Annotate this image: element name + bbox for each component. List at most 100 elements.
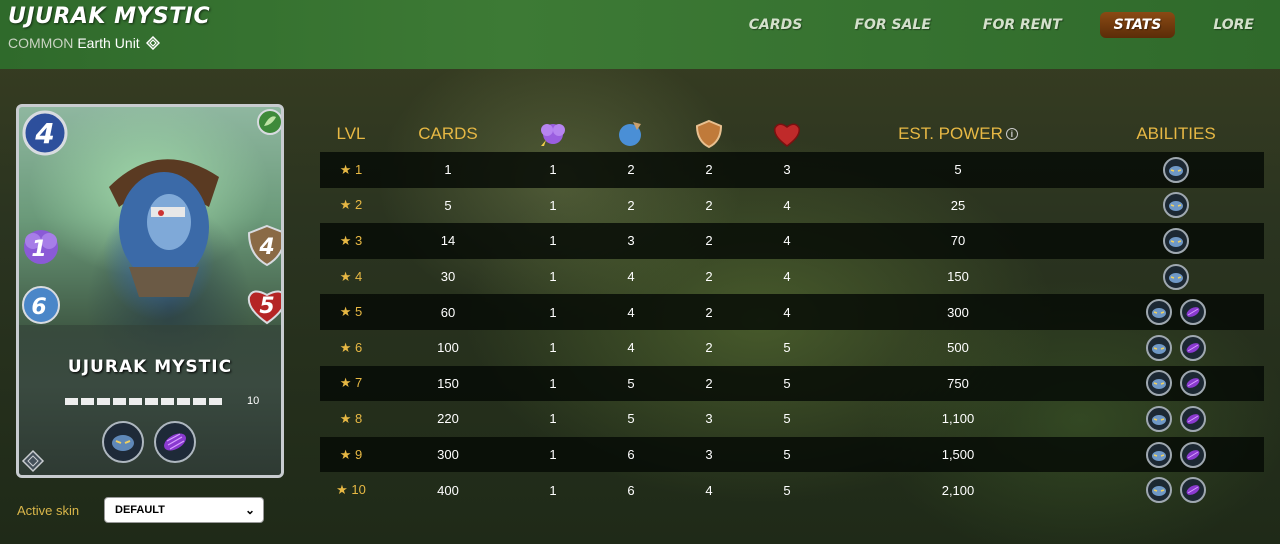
abilities-cell	[1134, 401, 1218, 437]
abilities-cell	[1134, 330, 1218, 366]
demoralize-icon[interactable]	[1146, 370, 1172, 397]
speed-icon	[619, 122, 641, 146]
demoralize-icon[interactable]	[1163, 156, 1189, 183]
power-cell: 300	[947, 304, 969, 320]
health-cell: 5	[783, 375, 791, 391]
armor-cell: 2	[705, 304, 713, 320]
level-pip	[113, 398, 126, 405]
magic-cell: 1	[549, 197, 557, 213]
lvl-cell: ★ 9	[339, 446, 363, 462]
lvl-cell: ★ 5	[339, 304, 363, 320]
cards-cell: 300	[437, 447, 459, 463]
armor-cell: 2	[705, 340, 713, 356]
table-row: ★ 5 60 1 4 2 4 300	[320, 294, 1264, 330]
health-cell: 4	[783, 233, 791, 249]
demoralize-icon[interactable]	[1146, 299, 1172, 326]
affliction-icon[interactable]	[1180, 405, 1206, 432]
header-speed	[600, 116, 662, 152]
power-cell: 2,100	[941, 482, 975, 498]
table-row: ★ 3 14 1 3 2 4 70	[320, 223, 1264, 259]
demoralize-icon[interactable]	[1146, 441, 1172, 468]
armor-cell: 2	[705, 375, 713, 391]
power-cell: 1,100	[941, 411, 975, 427]
demoralize-icon[interactable]	[1146, 477, 1172, 504]
magic-cell: 1	[549, 482, 557, 498]
magic-cell: 1	[549, 233, 557, 249]
table-row: ★ 4 30 1 4 2 4 150	[320, 259, 1264, 295]
abilities-cell	[1158, 223, 1194, 259]
armor-badge: 4	[247, 224, 281, 267]
table-row: ★ 6 100 1 4 2 5 500	[320, 330, 1264, 366]
power-cell: 70	[950, 233, 966, 249]
card-subtitle: COMMON Earth Unit	[8, 35, 160, 51]
cards-cell: 30	[440, 269, 456, 285]
earth-icon	[257, 109, 281, 135]
speed-cell: 4	[627, 269, 635, 285]
nav-for-sale[interactable]: FOR SALE	[840, 12, 945, 38]
demoralize-icon[interactable]	[1146, 334, 1172, 361]
health-cell: 4	[783, 197, 791, 213]
element-label: Earth	[77, 35, 111, 51]
affliction-icon[interactable]	[1180, 441, 1206, 468]
level-pip	[81, 398, 94, 405]
stats-table: LVL CARDS EST. POWER i ABILITIES ★ 1 1 1…	[320, 116, 1264, 508]
affliction-icon[interactable]	[1180, 370, 1206, 397]
magic-cell: 1	[549, 340, 557, 356]
nav-lore[interactable]: LORE	[1199, 12, 1268, 38]
speed-cell: 6	[627, 482, 635, 498]
page-title: UJURAK MYSTIC	[8, 4, 211, 29]
cards-cell: 220	[437, 411, 459, 427]
edition-icon	[21, 449, 45, 473]
lvl-cell: ★ 8	[339, 410, 363, 426]
demoralize-icon[interactable]	[102, 421, 144, 463]
svg-text:6: 6	[31, 295, 46, 320]
health-cell: 4	[783, 269, 791, 285]
cards-cell: 100	[437, 340, 459, 356]
nav-cards[interactable]: CARDS	[735, 12, 817, 38]
affliction-icon[interactable]	[1180, 334, 1206, 361]
cards-cell: 1	[444, 162, 452, 178]
lvl-cell: ★ 6	[339, 339, 363, 355]
type-label: Unit	[114, 35, 140, 51]
magic-cell: 1	[549, 411, 557, 427]
health-icon	[774, 123, 800, 147]
table-row: ★ 8 220 1 5 3 5 1,100	[320, 401, 1264, 437]
speed-cell: 4	[627, 340, 635, 356]
active-skin-label: Active skin	[17, 503, 80, 518]
card-name: UJURAK MYSTIC	[67, 357, 233, 377]
magic-cell: 1	[549, 269, 557, 285]
card-image: 4 1 6 4 5 UJURAK MYSTIC 10	[16, 104, 284, 478]
cards-cell: 400	[437, 482, 459, 498]
level-pip	[193, 398, 206, 405]
header-armor	[678, 116, 740, 152]
lvl-cell: ★ 7	[339, 375, 363, 391]
demoralize-icon[interactable]	[1163, 227, 1189, 254]
speed-cell: 2	[627, 162, 635, 178]
table-row: ★ 1 1 1 2 2 3 5	[320, 152, 1264, 188]
skin-selected-value: DEFAULT	[115, 504, 165, 516]
power-cell: 5	[954, 162, 962, 178]
demoralize-icon[interactable]	[1163, 192, 1189, 219]
header-bar: UJURAK MYSTIC COMMON Earth Unit CARDS FO…	[0, 0, 1280, 69]
card-level: 10	[247, 395, 260, 407]
lvl-cell: ★ 3	[339, 232, 363, 248]
main-nav: CARDS FOR SALE FOR RENT STATS LORE	[723, 12, 1280, 38]
level-pip	[145, 398, 158, 405]
magic-icon	[541, 124, 565, 146]
demoralize-icon[interactable]	[1146, 405, 1172, 432]
affliction-icon[interactable]	[1180, 299, 1206, 326]
affliction-icon[interactable]	[154, 421, 196, 463]
lvl-cell: ★ 10	[336, 482, 366, 498]
power-cell: 150	[947, 269, 969, 285]
health-cell: 4	[783, 304, 791, 320]
info-icon[interactable]: i	[1005, 128, 1018, 140]
lvl-cell: ★ 2	[339, 197, 363, 213]
health-badge: 5	[247, 290, 281, 325]
creature-art	[109, 159, 219, 297]
active-skin-select[interactable]: DEFAULT ⌄	[104, 497, 264, 523]
nav-stats[interactable]: STATS	[1099, 12, 1176, 38]
affliction-icon[interactable]	[1180, 477, 1206, 504]
magic-cell: 1	[549, 447, 557, 463]
demoralize-icon[interactable]	[1163, 263, 1189, 290]
nav-for-rent[interactable]: FOR RENT	[969, 12, 1076, 38]
